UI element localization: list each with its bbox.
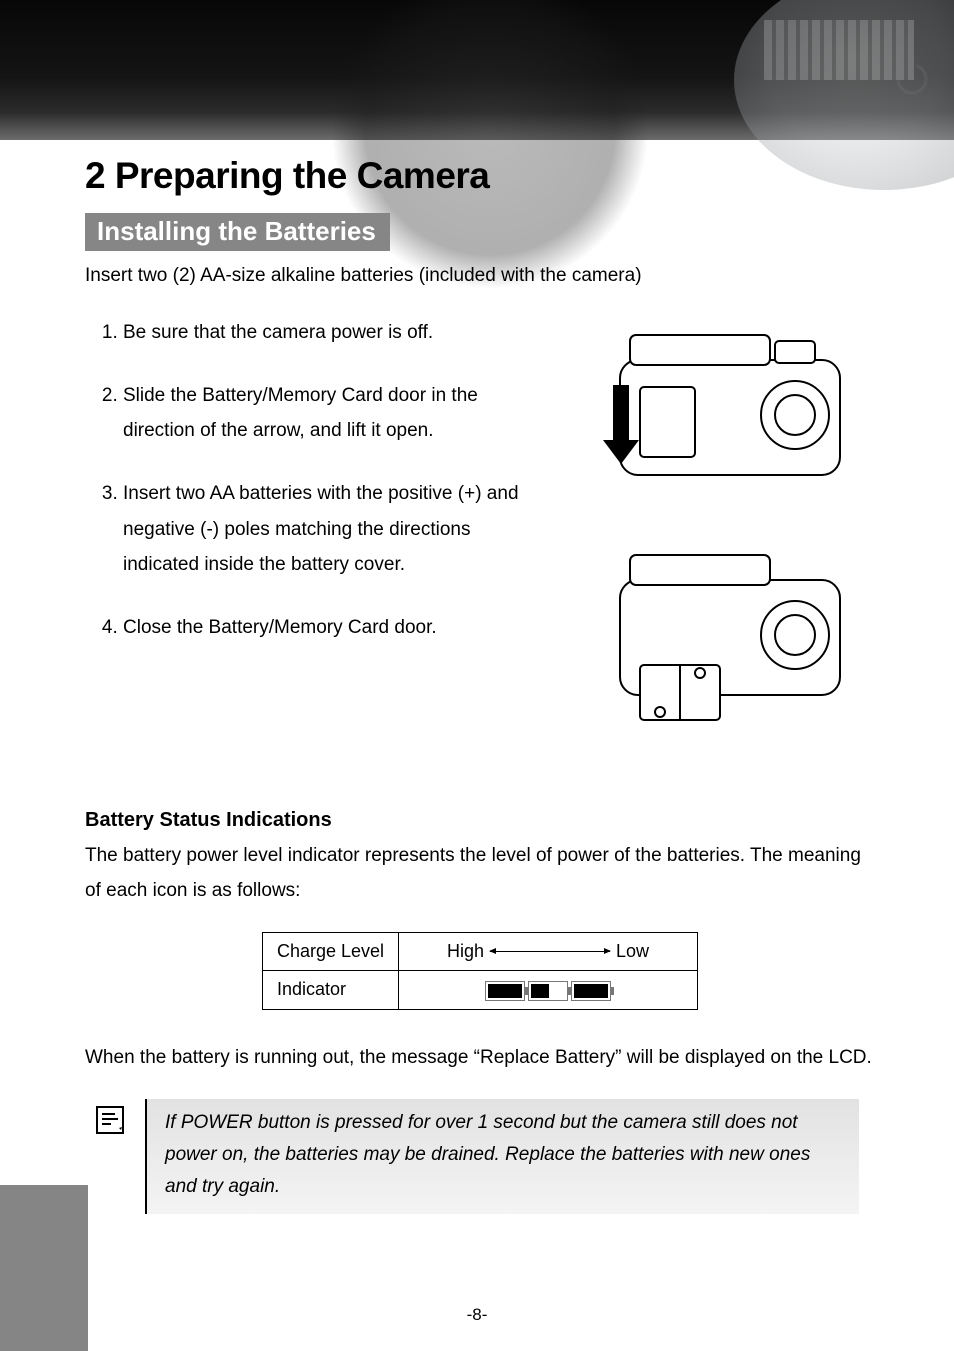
- power-icon: [890, 55, 934, 99]
- battery-full-icon: [485, 981, 525, 1001]
- subsection-body: The battery power level indicator repres…: [85, 838, 875, 908]
- table-row: Indicator: [262, 971, 697, 1009]
- after-table-text: When the battery is running out, the mes…: [85, 1040, 875, 1075]
- section-heading: Installing the Batteries: [85, 213, 390, 251]
- section-intro: Insert two (2) AA-size alkaline batterie…: [85, 265, 875, 287]
- step-item: Insert two AA batteries with the positiv…: [123, 476, 549, 581]
- battery-empty-icon: [571, 981, 611, 1001]
- cell-indicator-label: Indicator: [262, 971, 398, 1009]
- cell-indicator-icons: [399, 971, 698, 1009]
- page-side-tab: [0, 1185, 88, 1351]
- camera-open-door-illustration: [585, 315, 875, 515]
- table-row: Charge Level High Low: [262, 933, 697, 971]
- step-item: Slide the Battery/Memory Card door in th…: [123, 378, 549, 448]
- battery-half-icon: [528, 981, 568, 1001]
- header-banner: [0, 0, 954, 140]
- camera-batteries-illustration: [585, 545, 875, 745]
- step-item: Be sure that the camera power is off.: [123, 315, 549, 350]
- page-number: -8-: [0, 1305, 954, 1325]
- step-item: Close the Battery/Memory Card door.: [123, 610, 549, 645]
- steps-list: Be sure that the camera power is off. Sl…: [85, 315, 549, 673]
- note-icon: [95, 1105, 127, 1140]
- label-high: High: [447, 941, 484, 962]
- page-content: 2 Preparing the Camera Installing the Ba…: [85, 155, 875, 1214]
- note-text: If POWER button is pressed for over 1 se…: [145, 1099, 859, 1214]
- cell-charge-range: High Low: [399, 933, 698, 971]
- label-low: Low: [616, 941, 649, 962]
- range-arrow-icon: [490, 951, 610, 952]
- cell-charge-label: Charge Level: [262, 933, 398, 971]
- subsection-title: Battery Status Indications: [85, 809, 875, 832]
- chapter-title: 2 Preparing the Camera: [85, 155, 875, 197]
- battery-table: Charge Level High Low Indicator: [262, 932, 698, 1009]
